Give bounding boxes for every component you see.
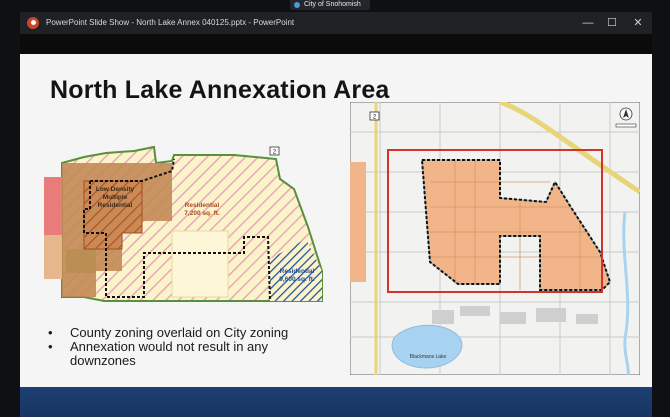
park-parcel: [44, 235, 62, 279]
residential-7200-block: [171, 230, 229, 298]
meeting-label: City of Snohomish: [304, 1, 361, 8]
res9600-label-2: 9,600 sq. ft.: [279, 276, 315, 283]
slide-top-band: [20, 34, 652, 54]
window-titlebar: PowerPoint Slide Show - North Lake Annex…: [20, 12, 652, 34]
meeting-icon: [294, 2, 300, 8]
res7200-label-2: 7,200 sq. ft.: [184, 210, 220, 217]
city-zoning-strip: [350, 162, 366, 282]
slide-bottom-band: [20, 387, 652, 417]
blackmans-lake: [391, 324, 463, 369]
ldmr-label-2: Multiple: [103, 194, 128, 201]
res7200-label-1: Residential: [185, 202, 220, 209]
bullet-list: County zoning overlaid on City zoning An…: [48, 326, 288, 368]
powerpoint-icon: [27, 17, 39, 29]
slide-title: North Lake Annexation Area: [50, 76, 390, 104]
zoning-map: 2 Low Density Multiple Residential Resid…: [44, 145, 323, 302]
street-map: Blackmans Lake 2: [350, 102, 640, 375]
ldmr-label-1: Low Density: [96, 186, 135, 193]
scale-bar: [615, 123, 637, 128]
bullet-item: County zoning overlaid on City zoning: [48, 326, 288, 341]
window-title: PowerPoint Slide Show - North Lake Annex…: [46, 18, 295, 27]
ldmr-label-3: Residential: [98, 202, 133, 209]
minimize-button[interactable]: —: [576, 12, 600, 34]
slide: North Lake Annexation Area 2 Low Density…: [20, 54, 652, 387]
bullet-continuation: downzones: [70, 353, 136, 368]
commercial-parcel: [44, 177, 62, 235]
maximize-button[interactable]: ☐: [600, 12, 624, 34]
bullet-item: Annexation would not result in any: [48, 340, 288, 355]
res9600-label-1: Residential: [280, 268, 315, 275]
close-button[interactable]: ✕: [626, 12, 650, 34]
meeting-name-tab: City of Snohomish: [290, 0, 370, 10]
lake-label: Blackmans Lake: [410, 354, 447, 360]
